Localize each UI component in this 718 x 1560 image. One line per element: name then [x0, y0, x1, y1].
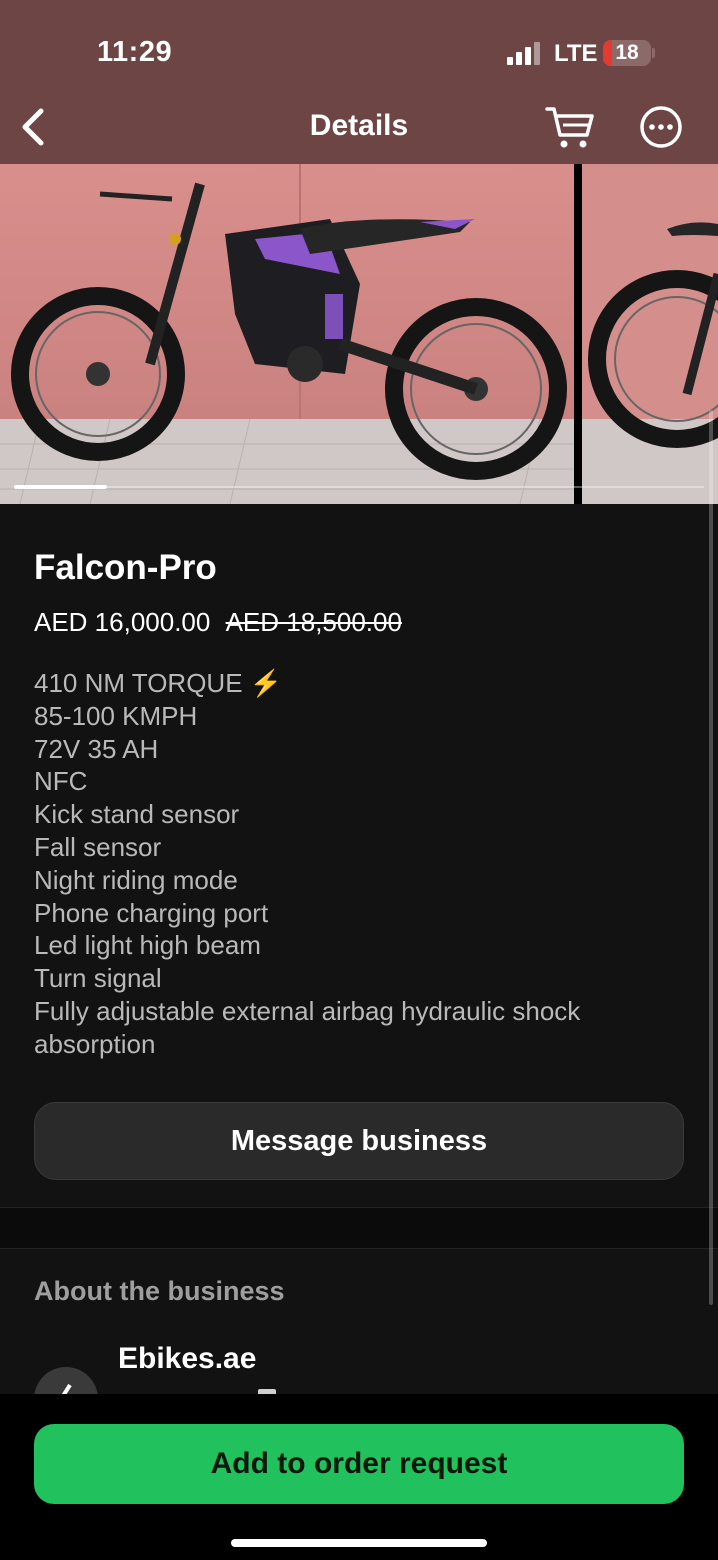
gallery-progress-indicator [14, 485, 107, 489]
more-options-button[interactable] [638, 104, 684, 150]
feature-line: Fully adjustable external airbag hydraul… [34, 995, 581, 1059]
product-image-gallery[interactable] [0, 164, 718, 504]
feature-line: Turn signal [34, 963, 162, 994]
more-options-icon [640, 106, 682, 148]
chevron-left-icon [22, 108, 44, 146]
battery-icon: 18 [603, 40, 651, 66]
shopping-cart-icon [545, 107, 594, 148]
status-time: 11:29 [97, 36, 173, 68]
gallery-progress-track [107, 486, 704, 488]
feature-line: 85-100 KMPH [34, 700, 198, 731]
app-header: 11:29 LTE 18 Details [0, 0, 718, 164]
feature-line: Kick stand sensor [34, 799, 240, 830]
feature-line: Fall sensor [34, 831, 162, 862]
product-image-main[interactable] [0, 164, 574, 504]
current-price: AED 16,000.00 [34, 607, 211, 637]
about-business-heading: About the business [34, 1276, 285, 1306]
price-row: AED 16,000.00 AED 18,500.00 [34, 607, 402, 638]
network-type: LTE [554, 40, 598, 67]
battery-percent: 18 [615, 41, 639, 64]
back-button[interactable] [14, 106, 54, 148]
product-description: 410 NM TORQUE ⚡ 85-100 KMPH 72V 35 AH NFC Ki… [34, 667, 684, 1061]
feature-line: Led light high beam [34, 930, 261, 961]
page-title: Details [309, 109, 409, 142]
feature-line: 72V 35 AH [34, 733, 159, 764]
gallery-gap [574, 164, 582, 504]
add-to-order-button[interactable]: Add to order request [34, 1424, 684, 1504]
product-image-next[interactable] [582, 164, 718, 504]
battery-terminal [652, 48, 655, 58]
signal-strength-icon [507, 41, 543, 65]
scrollbar[interactable] [709, 410, 713, 1305]
section-divider [0, 1207, 718, 1249]
product-title: Falcon-Pro [34, 548, 217, 587]
feature-line: NFC [34, 766, 88, 797]
cart-button[interactable] [544, 104, 596, 150]
original-price: AED 18,500.00 [225, 607, 402, 637]
feature-line: Night riding mode [34, 864, 238, 895]
feature-line: Phone charging port [34, 897, 269, 928]
business-name[interactable]: Ebikes.ae [118, 1342, 256, 1376]
home-indicator[interactable] [231, 1539, 487, 1547]
message-business-button[interactable]: Message business [34, 1102, 684, 1180]
feature-line: 410 NM TORQUE ⚡ [34, 668, 283, 698]
